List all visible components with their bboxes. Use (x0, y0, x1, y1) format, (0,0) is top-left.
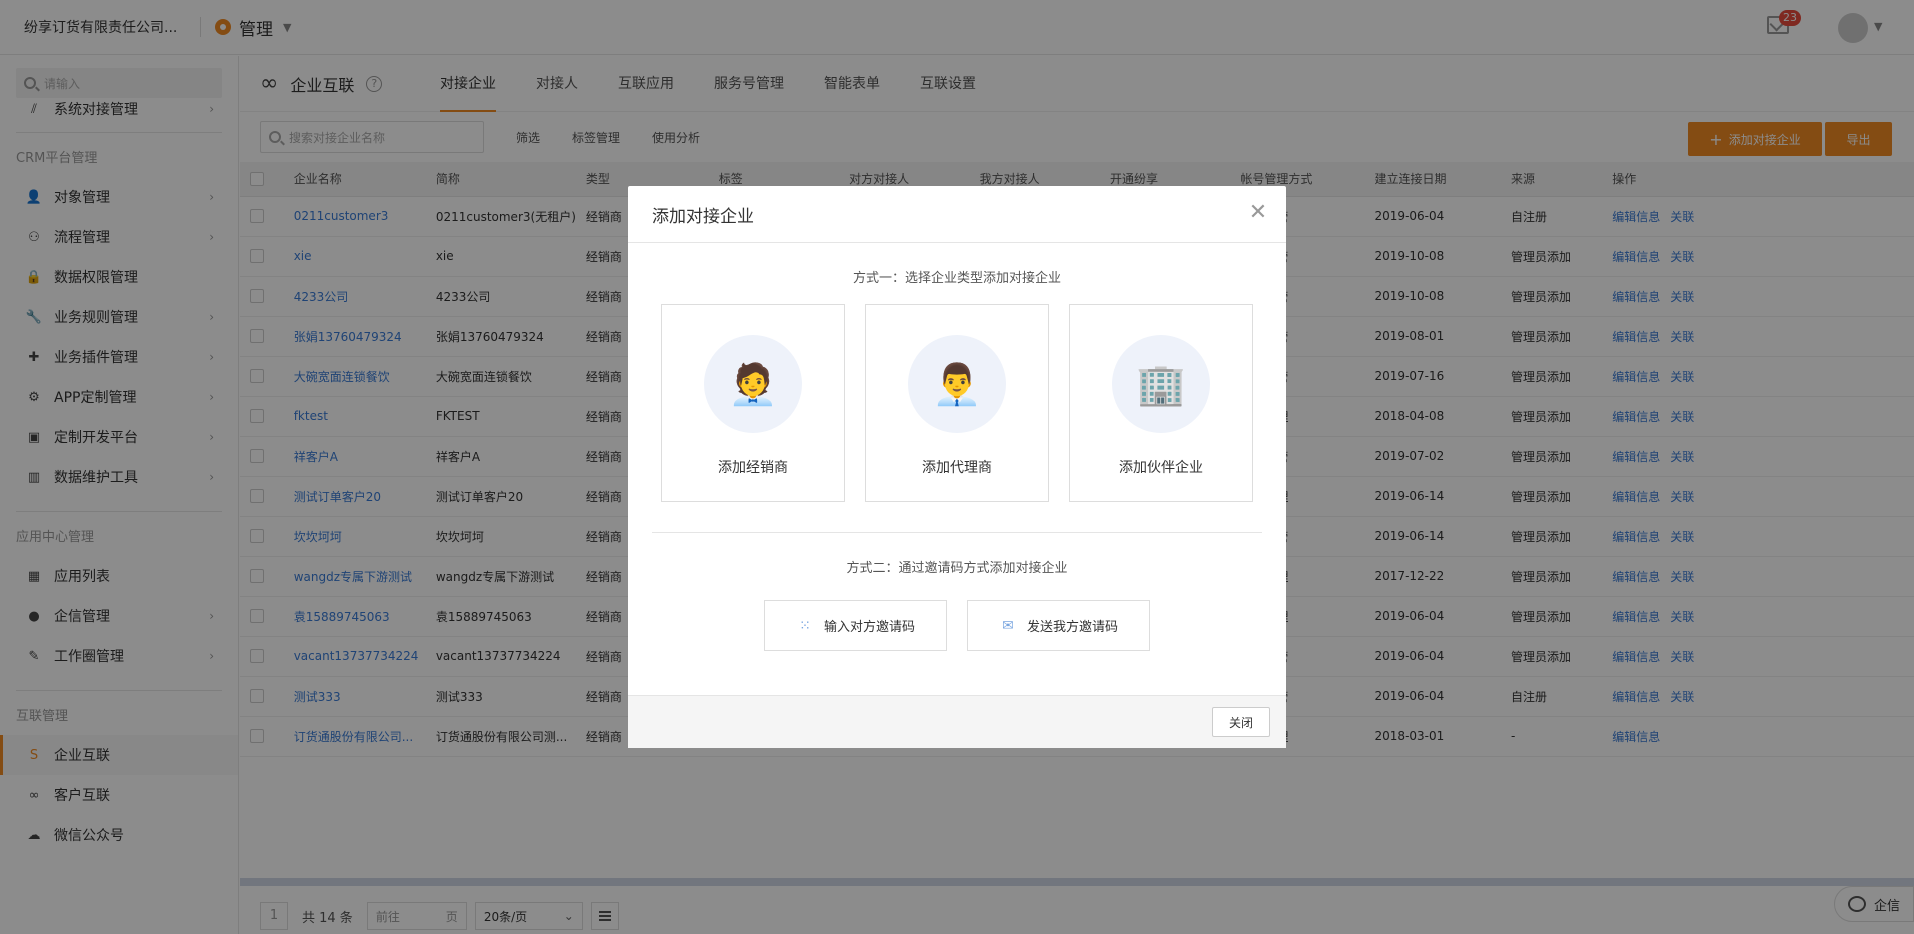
enterprise-type-card[interactable]: 🧑‍💼 添加经销商 (661, 304, 845, 502)
card-label: 添加经销商 (718, 460, 788, 476)
enter-invite-code-button[interactable]: ⁙ 输入对方邀请码 (764, 600, 947, 651)
agent-illustration-icon: 👨‍💼 (908, 335, 1006, 433)
dots-grid-icon: ⁙ (799, 617, 811, 634)
close-icon[interactable]: ✕ (1246, 202, 1270, 226)
invite-code-buttons: ⁙ 输入对方邀请码 ✉ 发送我方邀请码 (628, 600, 1286, 651)
envelope-icon: ✉ (1002, 617, 1014, 634)
enterprise-type-card[interactable]: 🏢 添加伙伴企业 (1069, 304, 1253, 502)
enterprise-type-cards: 🧑‍💼 添加经销商 👨‍💼 添加代理商 🏢 添加伙伴企业 (628, 304, 1286, 502)
add-enterprise-dialog: 添加对接企业 ✕ 方式一：选择企业类型添加对接企业 🧑‍💼 添加经销商 👨‍💼 添加代… (628, 186, 1286, 748)
enterprise-type-card[interactable]: 👨‍💼 添加代理商 (865, 304, 1049, 502)
card-label: 添加伙伴企业 (1119, 460, 1203, 476)
dialog-footer: 关闭 (628, 695, 1286, 748)
way-one-label: 方式一：选择企业类型添加对接企业 (852, 271, 1061, 286)
invite-label: 发送我方邀请码 (1026, 620, 1118, 635)
card-label: 添加代理商 (922, 460, 992, 476)
dealer-illustration-icon: 🧑‍💼 (704, 335, 802, 433)
divider (652, 532, 1262, 533)
partner-illustration-icon: 🏢 (1112, 335, 1210, 433)
close-button[interactable]: 关闭 (1212, 707, 1270, 737)
invite-label: 输入对方邀请码 (823, 620, 915, 635)
dialog-title: 添加对接企业 (652, 206, 754, 227)
way-two-label: 方式二：通过邀请码方式添加对接企业 (846, 561, 1068, 576)
send-invite-code-button[interactable]: ✉ 发送我方邀请码 (967, 600, 1150, 651)
dialog-header: 添加对接企业 ✕ (628, 186, 1286, 243)
